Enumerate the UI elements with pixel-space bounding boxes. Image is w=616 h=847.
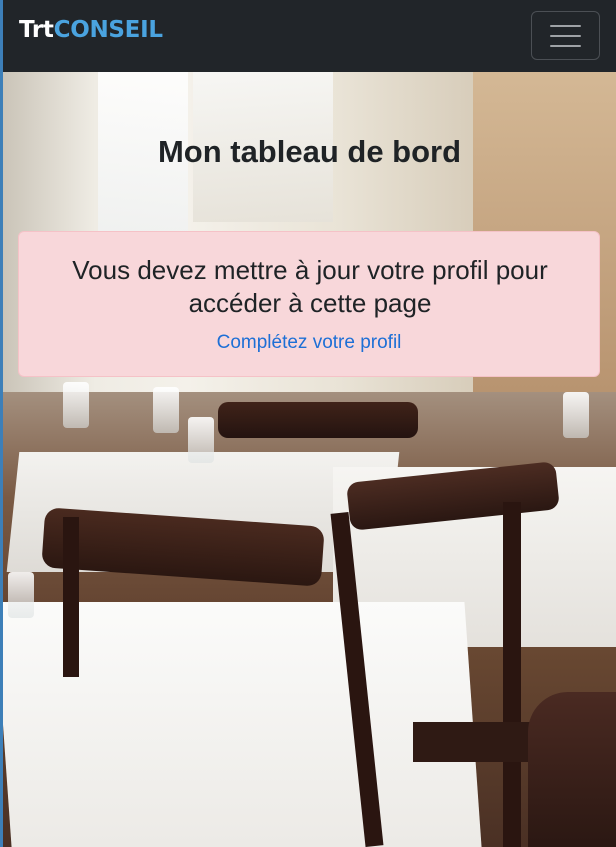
brand-text-conseil: CONSEIL	[53, 17, 163, 43]
hamburger-menu-icon	[550, 25, 581, 27]
hamburger-menu-icon	[550, 35, 581, 37]
top-navbar: TrtCONSEIL	[3, 0, 616, 72]
alert-message: Vous devez mettre à jour votre profil po…	[72, 255, 548, 318]
page-title: Mon tableau de bord	[157, 134, 462, 169]
window-left-edge	[0, 0, 3, 847]
brand-logo[interactable]: TrtCONSEIL	[19, 17, 163, 43]
restaurant-background-photo	[3, 72, 616, 847]
navbar-toggler-button[interactable]	[531, 11, 600, 60]
complete-profile-link[interactable]: Complétez votre profil	[19, 332, 599, 354]
hamburger-menu-icon	[550, 45, 581, 47]
profile-update-alert: Vous devez mettre à jour votre profil po…	[18, 231, 600, 377]
brand-text-trt: Trt	[19, 17, 54, 43]
